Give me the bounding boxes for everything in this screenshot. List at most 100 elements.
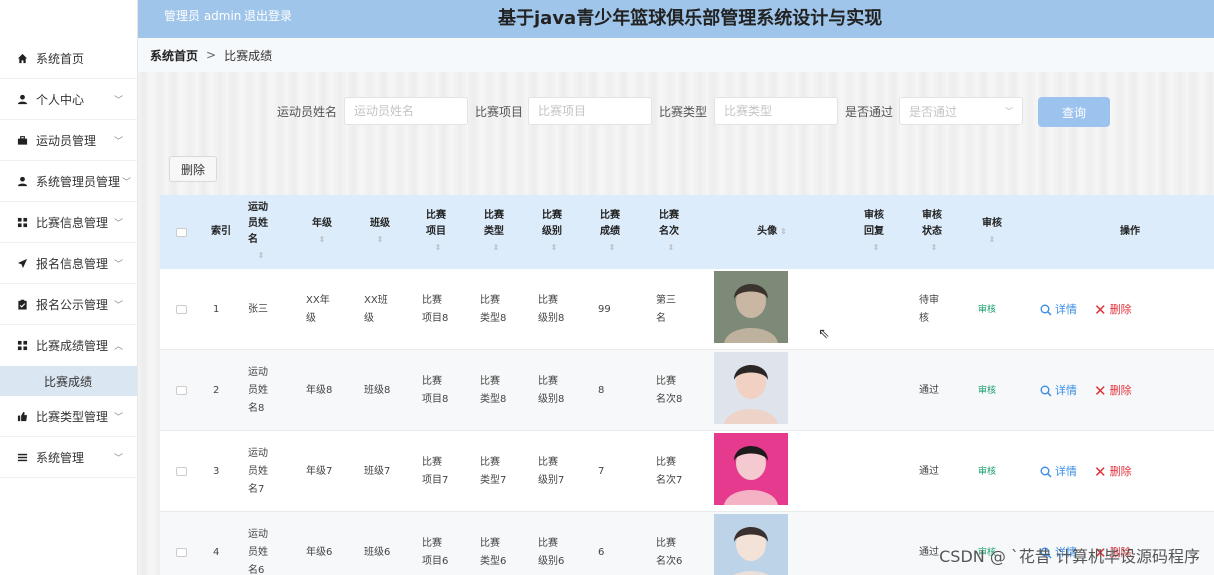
header-avatar[interactable]: 头像 ⇕ (752, 195, 792, 269)
audit-link[interactable]: 审核 (978, 269, 996, 350)
header-project[interactable]: 比赛项目 ⇕ (426, 195, 450, 269)
detail-button[interactable]: 详情 (1040, 431, 1077, 512)
sidebar-subitem-results[interactable]: 比赛成绩 (0, 366, 137, 396)
header-status[interactable]: 审核状态 ⇕ (922, 195, 946, 269)
cell-score: 6 (598, 546, 605, 558)
detail-label: 详情 (1055, 464, 1077, 478)
sidebar-item-label: 运动员管理 (36, 133, 97, 148)
pass-select[interactable]: 是否通过 ﹀ (899, 97, 1023, 125)
sidebar-item-system[interactable]: 系统管理 ﹀ (0, 437, 137, 478)
user-icon (16, 93, 28, 105)
thumb-icon (16, 410, 28, 422)
cell-index: 3 (213, 465, 220, 477)
sidebar-item-home[interactable]: 系统首页 (0, 38, 137, 79)
sidebar-item-sysadmin[interactable]: 系统管理员管理 ﹀ (0, 161, 137, 202)
row-checkbox[interactable] (176, 350, 187, 431)
breadcrumb-home[interactable]: 系统首页 (150, 47, 198, 64)
sidebar-item-match-types[interactable]: 比赛类型管理 ﹀ (0, 396, 137, 437)
sort-icon: ⇕ (872, 243, 880, 252)
close-icon: ✕ (1094, 300, 1107, 319)
cell-rank: 比赛名次7 (656, 456, 683, 486)
sidebar-item-label: 比赛成绩管理 (36, 339, 109, 353)
search-icon (1040, 304, 1052, 316)
athlete-name-input[interactable] (344, 97, 468, 125)
list-icon (16, 451, 28, 463)
cell-project: 比赛项目8 (422, 294, 449, 324)
logout-link[interactable]: 退出登录 (244, 7, 292, 24)
query-button[interactable]: 查询 (1038, 97, 1110, 127)
sidebar-item-label: 报名信息管理 (36, 256, 109, 271)
cell-level: 比赛级别6 (538, 537, 565, 567)
sidebar-item-signup-public[interactable]: 报名公示管理 ﹀ (0, 284, 137, 325)
delete-label: 删除 (1109, 464, 1132, 478)
project-input[interactable] (528, 97, 652, 125)
breadcrumb: 系统首页 > 比赛成绩 (138, 38, 1214, 72)
type-input[interactable] (714, 97, 838, 125)
chevron-down-icon: ﹀ (113, 454, 123, 464)
header-score[interactable]: 比赛成绩 ⇕ (600, 195, 624, 269)
pass-select-placeholder: 是否通过 (909, 104, 958, 119)
header-grade[interactable]: 年级 ⇕ (310, 195, 334, 269)
delete-button[interactable]: ✕ 删除 (1094, 431, 1132, 512)
cell-index: 1 (213, 303, 220, 315)
close-icon: ✕ (1094, 381, 1107, 400)
cell-score: 99 (598, 303, 611, 315)
row-checkbox[interactable] (176, 512, 187, 575)
header-reply[interactable]: 审核回复 ⇕ (864, 195, 888, 269)
sort-icon: ⇕ (780, 227, 787, 236)
detail-label: 详情 (1055, 302, 1077, 316)
header-audit[interactable]: 审核 ⇕ (980, 195, 1004, 269)
cell-index: 4 (213, 546, 220, 558)
cell-grade: XX年级 (306, 294, 330, 324)
cell-name: 运动员姓名8 (248, 366, 268, 414)
delete-button[interactable]: ✕ 删除 (1094, 269, 1132, 350)
delete-label: 删除 (1109, 302, 1132, 316)
cell-project: 比赛项目7 (422, 456, 449, 486)
select-all-checkbox[interactable] (176, 225, 187, 239)
detail-button[interactable]: 详情 (1040, 350, 1077, 431)
batch-delete-button[interactable]: 删除 (169, 156, 217, 182)
avatar (714, 433, 788, 505)
sidebar-item-athletes[interactable]: 运动员管理 ﹀ (0, 120, 137, 161)
audit-link[interactable]: 审核 (978, 431, 996, 512)
cell-name: 张三 (248, 303, 268, 315)
header-rank[interactable]: 比赛名次 ⇕ (659, 195, 683, 269)
delete-label: 删除 (1109, 383, 1132, 397)
sidebar-item-label: 比赛信息管理 (36, 215, 109, 230)
watermark: CSDN @ `花昔 计算机毕设源码程序 (939, 547, 1200, 566)
audit-link[interactable]: 审核 (978, 350, 996, 431)
home-icon (16, 52, 28, 64)
cell-project: 比赛项目6 (422, 537, 449, 567)
sort-icon: ⇕ (988, 235, 996, 244)
sidebar: 系统首页 个人中心 ﹀ 运动员管理 ﹀ 系统管理员管理 ﹀ 比赛信息管理 ﹀ 报… (0, 0, 138, 575)
cell-score: 8 (598, 384, 605, 396)
detail-button[interactable]: 详情 (1040, 269, 1077, 350)
cell-rank: 比赛名次8 (656, 375, 683, 405)
cell-class: XX班级 (364, 294, 388, 324)
search-icon (1040, 466, 1052, 478)
results-table: 索引 运动员姓名 ⇕ 年级 ⇕ 班级 ⇕ 比赛项目 ⇕ 比赛类型 ⇕ 比赛级别 ⇕ 比赛成绩… (160, 195, 1214, 575)
cell-level: 比赛级别7 (538, 456, 565, 486)
chevron-down-icon: ﹀ (113, 260, 123, 270)
breadcrumb-current: 比赛成绩 (224, 48, 273, 63)
delete-button[interactable]: ✕ 删除 (1094, 350, 1132, 431)
sidebar-item-label: 个人中心 (36, 92, 85, 107)
header-class[interactable]: 班级 ⇕ (368, 195, 392, 269)
chevron-down-icon: ﹀ (113, 413, 123, 423)
header-level[interactable]: 比赛级别 ⇕ (542, 195, 566, 269)
chevron-down-icon: ﹀ (113, 219, 123, 229)
row-checkbox[interactable] (176, 431, 187, 512)
briefcase-icon (16, 134, 28, 146)
sidebar-item-personal[interactable]: 个人中心 ﹀ (0, 79, 137, 120)
sidebar-item-signup-info[interactable]: 报名信息管理 ﹀ (0, 243, 137, 284)
header-type[interactable]: 比赛类型 ⇕ (484, 195, 508, 269)
sort-icon: ⇕ (434, 243, 442, 252)
sidebar-item-match-info[interactable]: 比赛信息管理 ﹀ (0, 202, 137, 243)
header-index: 索引 (211, 226, 231, 237)
grid-icon (16, 340, 28, 352)
cell-class: 班级7 (364, 465, 391, 477)
sort-icon: ⇕ (492, 243, 500, 252)
header-name[interactable]: 运动员姓名 ⇕ (248, 195, 274, 269)
sidebar-item-results[interactable]: 比赛成绩管理 ︿ (0, 325, 137, 366)
row-checkbox[interactable] (176, 269, 187, 350)
